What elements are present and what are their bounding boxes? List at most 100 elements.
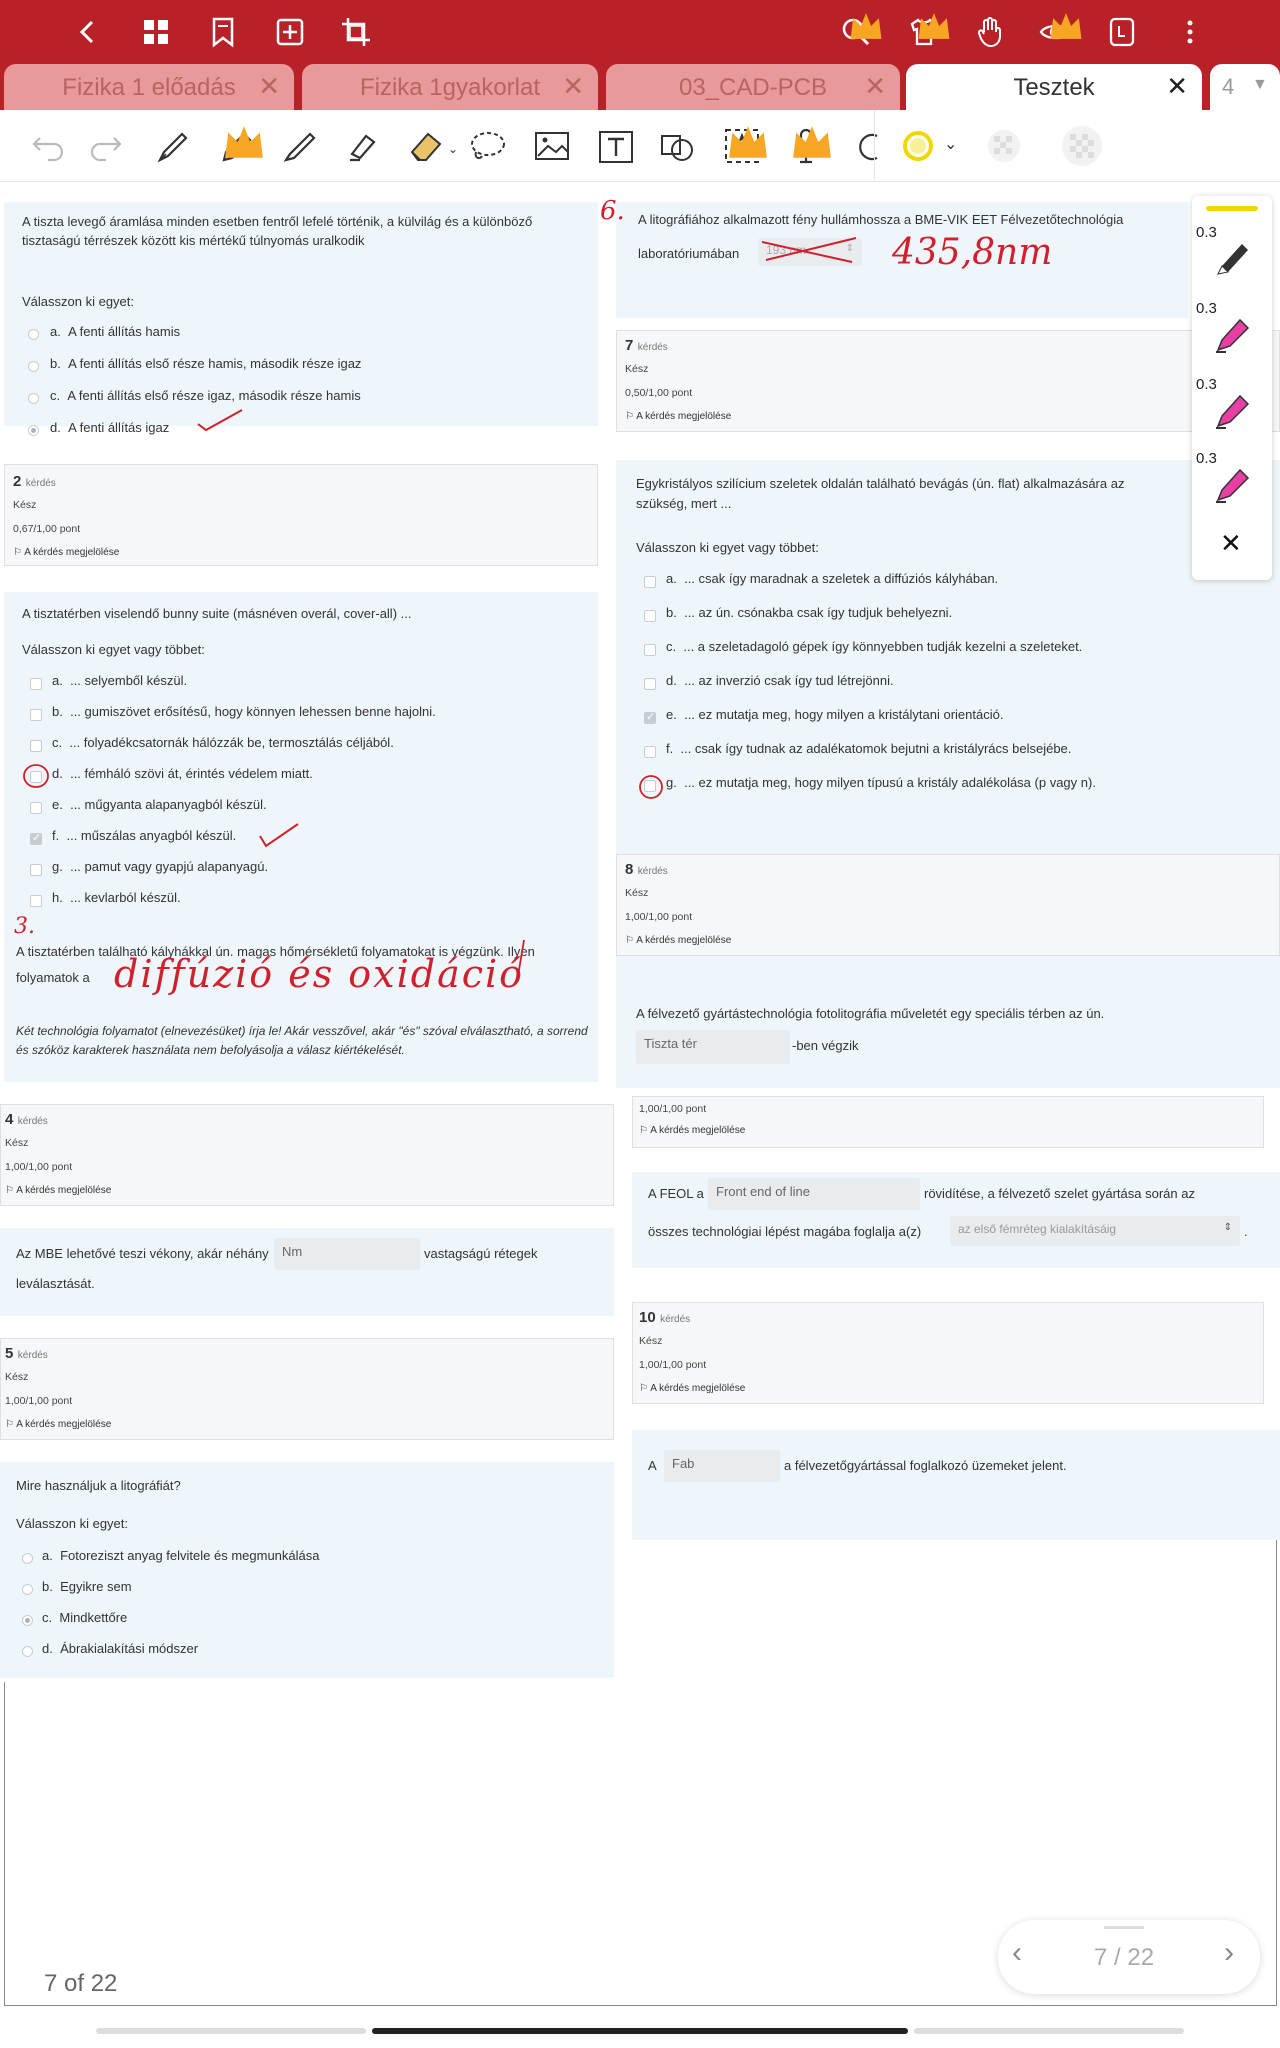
option-text: A fenti állítás első része igaz, második… [67, 388, 361, 403]
option-radio[interactable] [22, 1584, 33, 1595]
option-checkbox[interactable] [644, 678, 656, 690]
text-box-icon[interactable] [594, 124, 638, 168]
flag-question-link[interactable]: ⚐ A kérdés megjelölése [625, 935, 731, 946]
option-checkbox[interactable] [30, 864, 42, 876]
close-tab-icon[interactable]: ✕ [258, 71, 280, 102]
ballpoint-pen-icon[interactable] [278, 124, 322, 168]
option-radio[interactable] [28, 329, 39, 340]
close-tab-icon[interactable]: ✕ [1166, 71, 1188, 102]
previous-page-icon[interactable]: ‹ [1012, 1936, 1022, 1970]
shape-tool-icon[interactable] [656, 124, 700, 168]
next-page-icon[interactable]: › [1224, 1936, 1234, 1970]
close-tab-icon[interactable]: ✕ [864, 71, 886, 102]
option-radio[interactable] [22, 1553, 33, 1564]
flag-question-link[interactable]: ⚐ A kérdés megjelölése [5, 1419, 111, 1430]
question-info-4: 4 kérdés Kész 1,00/1,00 pont ⚐ A kérdés … [0, 1104, 614, 1206]
option-checkbox-selected[interactable] [30, 831, 42, 845]
tab-count-dropdown[interactable]: 4 ▼ [1210, 64, 1280, 110]
add-page-icon[interactable] [272, 14, 308, 50]
bookmark-icon[interactable] [205, 14, 241, 50]
option-radio-selected[interactable] [28, 425, 39, 436]
option-text: A fenti állítás hamis [68, 324, 181, 339]
option-checkbox[interactable] [30, 895, 42, 907]
pink-highlighter-preset-icon[interactable] [1212, 312, 1252, 356]
eraser-options-chevron-icon[interactable]: ⌄ [448, 142, 458, 156]
answer-input[interactable]: Nm [274, 1238, 420, 1270]
search-icon[interactable] [838, 13, 882, 50]
fountain-pen-icon[interactable] [152, 124, 196, 168]
option-checkbox[interactable] [30, 740, 42, 752]
hand-gesture-icon[interactable] [972, 14, 1008, 50]
option-checkbox[interactable] [30, 709, 42, 721]
eraser-icon[interactable] [404, 124, 448, 168]
scroll-thumb[interactable] [372, 2028, 908, 2034]
microphone-icon[interactable] [784, 124, 831, 168]
handwritten-question-number: 3. [14, 914, 35, 939]
question-score: 1,00/1,00 pont [639, 1103, 707, 1115]
option-radio-selected[interactable] [22, 1615, 33, 1626]
tab-fizika-eloadas[interactable]: Fizika 1 előadás ✕ [4, 64, 294, 110]
lasso-select-icon[interactable] [466, 124, 510, 168]
color-options-chevron-icon[interactable]: ⌄ [944, 134, 957, 154]
question-label: kérdés [637, 342, 668, 353]
close-tab-icon[interactable]: ✕ [562, 71, 584, 102]
option-radio[interactable] [22, 1646, 33, 1657]
option-text: ... a szeletadagoló gépek így könnyebben… [683, 639, 1083, 654]
drag-handle[interactable] [1104, 1926, 1144, 1929]
pink-highlighter-preset-icon[interactable] [1212, 462, 1252, 506]
option-letter: g. [666, 775, 677, 790]
option-radio[interactable] [28, 393, 39, 404]
option-checkbox[interactable] [644, 746, 656, 758]
tab-tesztek[interactable]: Tesztek ✕ [906, 64, 1202, 110]
question-text: rövidítése, a félvezető szelet gyártása … [924, 1186, 1195, 1201]
image-insert-icon[interactable] [530, 124, 574, 168]
reading-mode-eye-icon[interactable] [1038, 13, 1082, 50]
flag-question-link[interactable]: ⚐ A kérdés megjelölése [625, 411, 731, 422]
page-border-right [1276, 1540, 1277, 2006]
option-text: ... gumiszövet erősítésű, hogy könnyen l… [70, 704, 436, 719]
more-options-icon[interactable] [1172, 14, 1208, 50]
option-radio[interactable] [28, 361, 39, 372]
highlighter-icon[interactable] [340, 124, 384, 168]
black-pen-preset-icon[interactable] [1212, 236, 1252, 280]
option-letter: c. [50, 388, 61, 403]
answer-input[interactable]: Front end of line [708, 1178, 920, 1210]
notebook-icon[interactable] [1104, 14, 1140, 50]
laser-pointer-icon[interactable] [844, 124, 878, 168]
answer-input[interactable]: Fab [664, 1450, 780, 1482]
question-info-7: 7 kérdés Kész 0,50/1,00 pont ⚐ A kérdés … [616, 330, 1280, 432]
answer-select[interactable]: az első fémréteg kialakításáig ⇕ [950, 1216, 1240, 1246]
question-label: kérdés [17, 1350, 48, 1361]
back-arrow-icon[interactable] [70, 14, 106, 50]
option-checkbox[interactable] [644, 610, 656, 622]
tab-fizika-gyakorlat[interactable]: Fizika 1gyakorlat ✕ [302, 64, 598, 110]
tab-cad-pcb[interactable]: 03_CAD-PCB ✕ [606, 64, 900, 110]
option-checkbox[interactable] [30, 678, 42, 690]
flag-question-link[interactable]: ⚐ A kérdés megjelölése [5, 1185, 111, 1196]
crop-icon[interactable] [338, 14, 374, 50]
text-recognition-icon[interactable] [720, 124, 767, 168]
question-text: vastagságú rétegek [424, 1246, 538, 1261]
grid-view-icon[interactable] [138, 14, 174, 50]
redo-icon[interactable] [84, 124, 128, 168]
option-checkbox[interactable] [30, 802, 42, 814]
flag-question-link[interactable]: ⚐ A kérdés megjelölése [639, 1125, 745, 1136]
flag-icon: ⚐ [5, 1419, 14, 1430]
theme-shirt-icon[interactable] [906, 13, 950, 50]
pencil-icon[interactable] [216, 124, 263, 168]
flag-question-link[interactable]: ⚐ A kérdés megjelölése [639, 1383, 745, 1394]
undo-icon[interactable] [26, 124, 70, 168]
yellow-color-swatch-icon[interactable] [896, 124, 940, 168]
question-note: Két technológia folyamatot (elnevezésüke… [16, 1024, 588, 1057]
option-checkbox-selected[interactable] [644, 710, 656, 724]
question-info-2: 2 kérdés Kész 0,67/1,00 pont ⚐ A kérdés … [4, 464, 598, 566]
question-number: 4 [5, 1111, 14, 1128]
option-checkbox[interactable] [644, 576, 656, 588]
close-panel-icon[interactable]: ✕ [1220, 528, 1242, 559]
flag-question-link[interactable]: ⚐ A kérdés megjelölése [13, 547, 119, 558]
option-checkbox[interactable] [644, 644, 656, 656]
pink-highlighter-preset-icon[interactable] [1212, 388, 1252, 432]
color-swatch-empty-icon[interactable] [982, 124, 1026, 168]
color-swatch-empty-icon[interactable] [1060, 124, 1104, 168]
answer-input[interactable]: Tiszta tér [636, 1030, 790, 1064]
